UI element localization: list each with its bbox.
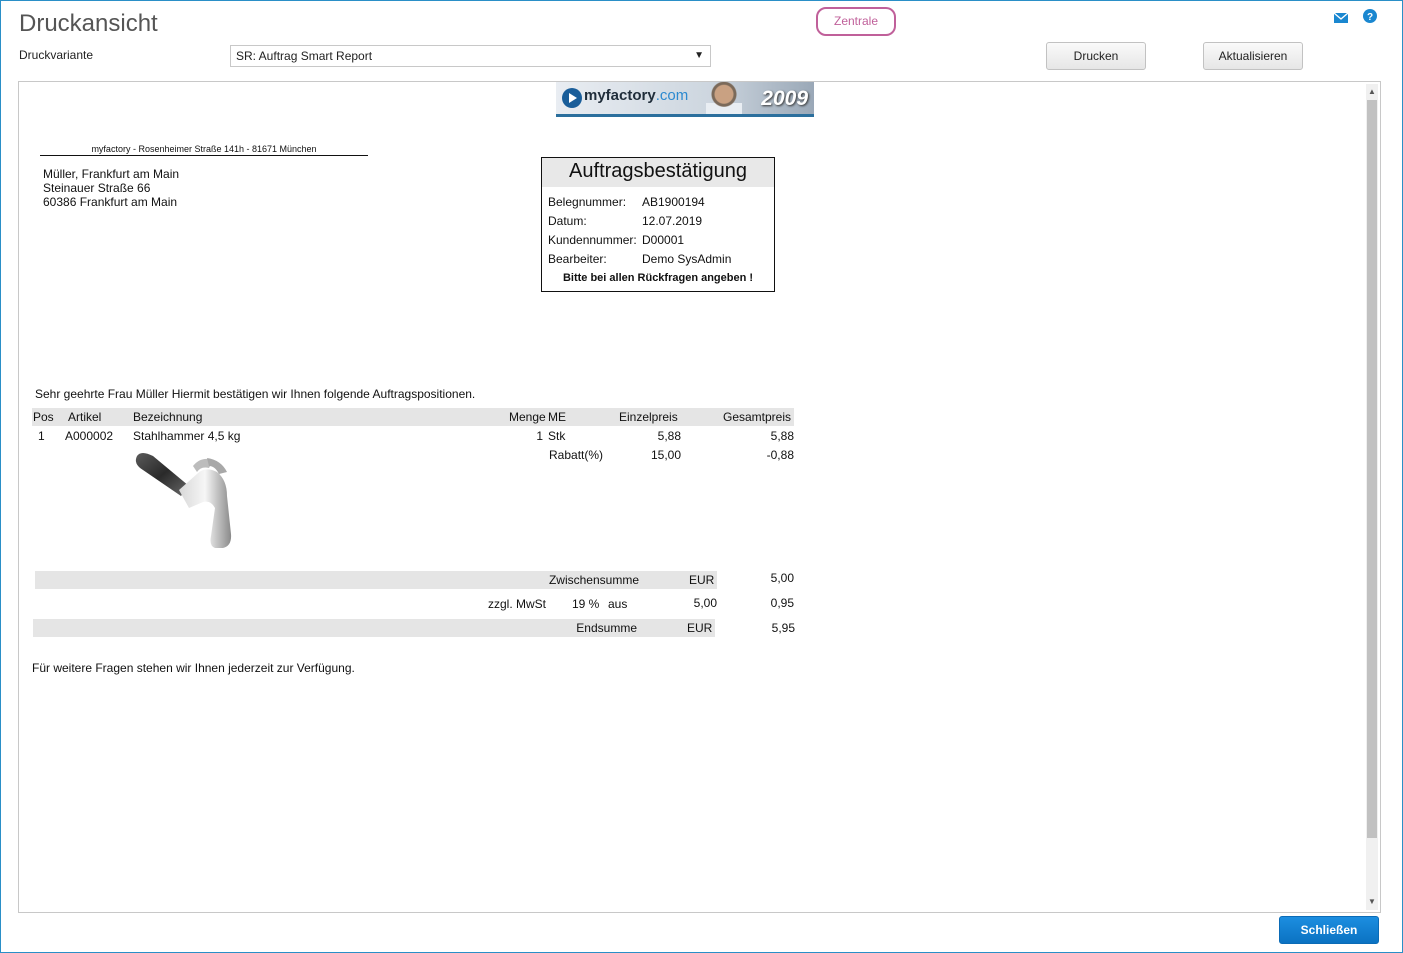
print-preview-viewer[interactable]: myfactory.com 2009 myfactory - Rosenheim… [18,81,1381,913]
row-gesamtpreis: 5,88 [770,429,794,443]
discount-amount: -0,88 [766,448,794,462]
row-bezeichnung: Stahlhammer 4,5 kg [133,429,241,443]
col-gesamtpreis: Gesamtpreis [723,410,792,424]
banner-brand: myfactory.com [584,87,689,104]
refresh-button[interactable]: Aktualisieren [1203,42,1303,70]
scroll-thumb[interactable] [1367,100,1377,838]
discount-rate: 15,00 [650,448,681,462]
order-info-box: Auftragsbestätigung Belegnummer: AB190019… [541,157,775,292]
reference-note: Bitte bei allen Rückfragen angeben ! [562,272,754,284]
document-page: myfactory.com 2009 myfactory - Rosenheim… [19,82,839,902]
hammer-product-image [135,453,232,548]
druckvariante-label: Druckvariante [19,48,94,62]
endsumme-label: Endsumme [576,621,637,635]
mwst-label: zzgl. MwSt [488,597,547,611]
print-button[interactable]: Drucken [1046,42,1146,70]
recipient-line: 60386 Frankfurt am Main [43,195,178,209]
mwst-value: 0,95 [770,596,794,610]
order-title: Auftragsbestätigung [542,158,774,187]
dropdown-arrow-icon: ▼ [694,50,704,61]
mwst-base: 5,00 [693,596,717,610]
zwischensumme-value: 5,00 [770,571,794,585]
info-row: Kundennummer: D00001 [548,233,685,247]
col-pos: Pos [33,410,54,424]
endsumme-value: 5,95 [771,621,795,635]
vertical-scrollbar[interactable]: ▲ ▼ [1366,84,1378,910]
zentrale-button[interactable]: Zentrale [816,7,896,36]
row-einzelpreis: 5,88 [657,429,681,443]
row-me: Stk [548,429,566,443]
recipient-line: Steinauer Straße 66 [43,181,151,195]
col-menge: Menge [509,410,546,424]
mwst-from: aus [608,597,628,611]
col-bezeichnung: Bezeichnung [133,410,203,424]
svg-text:?: ? [1367,12,1373,23]
druckvariante-select[interactable]: SR: Auftrag Smart Report ▼ [230,45,711,67]
greeting-text: Sehr geehrte Frau Müller Hiermit bestäti… [35,387,476,401]
closing-text: Für weitere Fragen stehen wir Ihnen jede… [32,661,355,675]
info-row: Belegnummer: AB1900194 [548,195,705,209]
recipient-address: Müller, Frankfurt am Main Steinauer Stra… [43,167,179,209]
help-icon[interactable]: ? [1362,8,1378,24]
col-me: ME [548,410,566,424]
row-artikel: A000002 [65,429,114,443]
discount-label: Rabatt(%) [549,448,604,462]
recipient-line: Müller, Frankfurt am Main [43,167,180,181]
endsumme-currency: EUR [687,621,713,635]
info-row: Bearbeiter: Demo SysAdmin [548,252,732,266]
druckvariante-value: SR: Auftrag Smart Report [236,49,373,63]
banner-person-image [706,82,742,114]
row-pos: 1 [38,429,45,443]
col-artikel: Artikel [68,410,102,424]
mwst-rate: 19 % [572,597,600,611]
zwischensumme-label: Zwischensumme [548,573,639,587]
banner-year: 2009 [761,87,808,110]
mail-icon[interactable] [1333,10,1349,26]
page-title: Druckansicht [19,10,158,37]
scroll-up-icon[interactable]: ▲ [1366,86,1378,98]
col-einzelpreis: Einzelpreis [619,410,678,424]
zwischensumme-currency: EUR [689,573,715,587]
info-row: Datum: 12.07.2019 [548,214,703,228]
sender-line: myfactory - Rosenheimer Straße 141h - 81… [40,144,368,156]
scroll-down-icon[interactable]: ▼ [1366,896,1378,908]
row-menge: 1 [536,429,543,443]
myfactory-banner: myfactory.com 2009 [556,82,814,117]
myfactory-logo-icon [562,88,582,108]
close-button[interactable]: Schließen [1279,916,1379,944]
